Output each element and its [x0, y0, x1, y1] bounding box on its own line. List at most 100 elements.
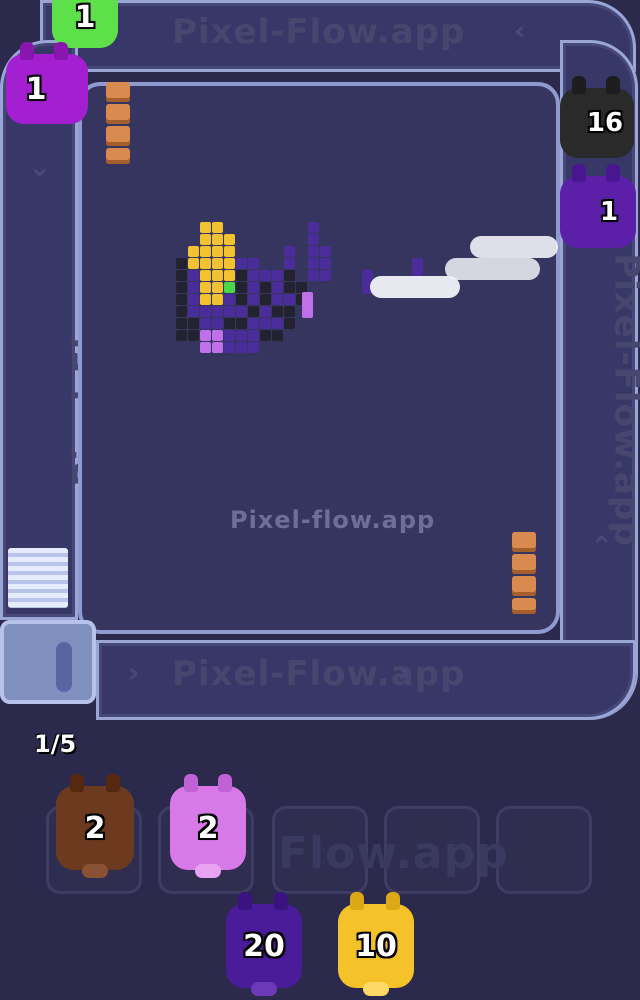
- queue-pig[interactable]: 20: [226, 892, 302, 996]
- art-pixel: [188, 330, 199, 341]
- pig-snout: [195, 864, 221, 878]
- pig-ear: [184, 774, 198, 792]
- slot-pig[interactable]: 2: [56, 774, 134, 878]
- chevron-right-icon: ›: [398, 656, 410, 689]
- art-pixel: [272, 270, 283, 281]
- pig-count: 1: [25, 71, 47, 107]
- art-pixel: [176, 282, 187, 293]
- crate-block: [512, 532, 536, 552]
- pig-snout: [251, 982, 277, 996]
- track-pig[interactable]: 1: [6, 42, 88, 124]
- art-pixel: [260, 306, 271, 317]
- art-pixel: [224, 282, 235, 293]
- art-pixel: [224, 294, 235, 305]
- pig-ear: [106, 774, 120, 792]
- art-pixel: [284, 306, 295, 317]
- art-pixel: [212, 234, 223, 245]
- shot-trail: [370, 276, 460, 298]
- art-pixel: [200, 330, 211, 341]
- pig-snout: [363, 982, 389, 996]
- pig-count: 16: [586, 108, 624, 138]
- shot-trail: [445, 258, 540, 280]
- pig-ear: [54, 42, 68, 60]
- art-pixel: [248, 342, 259, 353]
- art-pixel: [212, 270, 223, 281]
- crate-block: [512, 554, 536, 574]
- pig-ear: [386, 892, 400, 910]
- art-pixel: [308, 270, 319, 281]
- holding-slot[interactable]: [496, 806, 592, 894]
- track-pig[interactable]: 1: [52, 0, 118, 48]
- art-pixel: [224, 306, 235, 317]
- pig-count: 1: [74, 0, 96, 35]
- art-pixel: [284, 258, 295, 269]
- crate-block: [512, 576, 536, 596]
- art-pixel: [260, 270, 271, 281]
- art-pixel: [272, 330, 283, 341]
- art-pixel: [320, 246, 331, 257]
- game-board: [78, 82, 560, 634]
- art-pixel: [212, 318, 223, 329]
- pig-ear: [572, 76, 586, 94]
- art-pixel: [308, 234, 319, 245]
- art-pixel: [200, 270, 211, 281]
- pig-count: 10: [355, 928, 397, 964]
- art-pixel: [224, 270, 235, 281]
- art-pixel: [320, 258, 331, 269]
- center-watermark: Pixel-flow.app: [230, 506, 436, 534]
- art-pixel: [200, 282, 211, 293]
- art-pixel: [284, 282, 295, 293]
- crate-block: [106, 126, 130, 146]
- pig-ear: [218, 774, 232, 792]
- art-pixel: [272, 306, 283, 317]
- art-pixel: [224, 330, 235, 341]
- art-pixel: [212, 246, 223, 257]
- art-pixel: [248, 330, 259, 341]
- track-watermark-top: Pixel-Flow.app: [172, 12, 466, 52]
- art-pixel: [248, 294, 259, 305]
- art-pixel: [200, 318, 211, 329]
- pig-count: 2: [197, 810, 219, 846]
- art-pixel: [224, 234, 235, 245]
- launcher-gate: [0, 620, 96, 704]
- art-pixel: [176, 306, 187, 317]
- art-pixel: [176, 330, 187, 341]
- track-pig[interactable]: 16: [560, 76, 634, 158]
- art-pixel: [188, 270, 199, 281]
- art-pixel: [272, 294, 283, 305]
- art-pixel: [188, 258, 199, 269]
- conveyor-progress: 1/5: [34, 730, 77, 758]
- art-pixel: [224, 258, 235, 269]
- art-pixel: [248, 270, 259, 281]
- art-pixel: [200, 222, 211, 233]
- art-pixel: [188, 282, 199, 293]
- art-pixel: [236, 294, 247, 305]
- pig-snout: [82, 864, 108, 878]
- queue-pig[interactable]: 10: [338, 892, 414, 996]
- track-watermark-right: Pixel-Flow.app: [606, 253, 640, 547]
- slots-watermark: Flow.app: [278, 828, 509, 879]
- chevron-up-icon: ⌃: [590, 530, 614, 563]
- pig-count: 2: [84, 810, 106, 846]
- art-pixel: [212, 306, 223, 317]
- art-pixel: [176, 258, 187, 269]
- art-pixel: [212, 282, 223, 293]
- art-pixel: [236, 330, 247, 341]
- art-pixel: [236, 318, 247, 329]
- shot-trail: [470, 236, 558, 258]
- art-pixel: [236, 270, 247, 281]
- art-pixel: [284, 318, 295, 329]
- art-pixel: [212, 258, 223, 269]
- crate-block: [106, 104, 130, 124]
- art-pixel: [236, 258, 247, 269]
- track-pig[interactable]: 1: [560, 164, 636, 248]
- art-pixel: [224, 246, 235, 257]
- art-pixel: [188, 294, 199, 305]
- flying-pixel: [302, 292, 313, 318]
- art-pixel: [248, 282, 259, 293]
- track-ramp: [8, 548, 68, 608]
- art-pixel: [212, 222, 223, 233]
- art-pixel: [284, 294, 295, 305]
- art-pixel: [188, 306, 199, 317]
- slot-pig[interactable]: 2: [170, 774, 246, 878]
